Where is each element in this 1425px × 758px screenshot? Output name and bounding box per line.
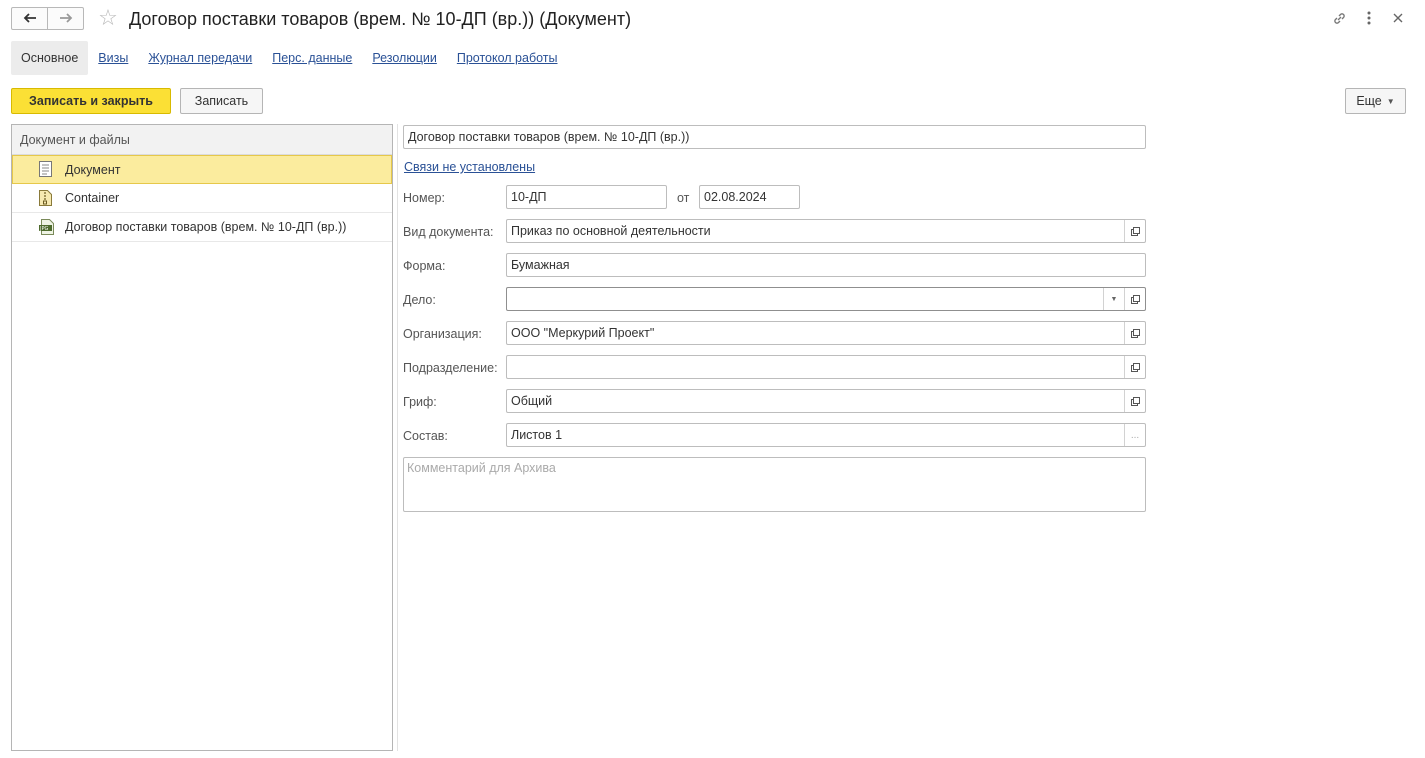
- organization-field[interactable]: ООО "Меркурий Проект": [506, 321, 1146, 345]
- document-name-field[interactable]: Договор поставки товаров (врем. № 10-ДП …: [403, 125, 1146, 149]
- date-field[interactable]: 02.08.2024: [699, 185, 800, 209]
- tab-work-log[interactable]: Протокол работы: [447, 41, 568, 75]
- open-icon[interactable]: [1124, 322, 1145, 344]
- tree-item-label: Container: [65, 191, 120, 205]
- panel-splitter[interactable]: [397, 124, 398, 751]
- case-field[interactable]: ▼: [506, 287, 1146, 311]
- tab-bar: Основное Визы Журнал передачи Перс. данн…: [11, 41, 568, 75]
- forward-button[interactable]: [47, 7, 84, 30]
- doc-type-label: Вид документа:: [403, 225, 494, 239]
- link-icon[interactable]: [1330, 8, 1348, 28]
- page-title: Договор поставки товаров (врем. № 10-ДП …: [129, 9, 632, 29]
- tree-item-label: Договор поставки товаров (врем. № 10-ДП …: [65, 220, 347, 234]
- department-label: Подразделение:: [403, 361, 498, 375]
- arrow-right-icon: [59, 10, 73, 27]
- document-icon: [39, 161, 53, 177]
- tree-item-document[interactable]: Документ: [12, 155, 392, 184]
- caret-down-icon: ▼: [1386, 96, 1395, 106]
- tree-item-jpg-file[interactable]: JPG Договор поставки товаров (врем. № 10…: [12, 213, 392, 242]
- files-panel-header: Документ и файлы: [12, 125, 392, 155]
- open-icon[interactable]: [1124, 288, 1145, 310]
- tab-main[interactable]: Основное: [11, 41, 89, 75]
- svg-text:JPG: JPG: [39, 226, 48, 232]
- close-icon[interactable]: [1389, 8, 1407, 28]
- tab-personal-data[interactable]: Перс. данные: [262, 41, 362, 75]
- kebab-menu-icon[interactable]: [1360, 8, 1378, 28]
- back-button[interactable]: [11, 7, 48, 30]
- tab-resolutions[interactable]: Резолюции: [362, 41, 447, 75]
- composition-field[interactable]: Листов 1 ...: [506, 423, 1146, 447]
- links-status-link[interactable]: Связи не установлены: [404, 160, 535, 174]
- dropdown-icon[interactable]: ▼: [1103, 288, 1124, 310]
- open-icon[interactable]: [1124, 220, 1145, 242]
- open-icon[interactable]: [1124, 356, 1145, 378]
- organization-label: Организация:: [403, 327, 482, 341]
- tree-item-label: Документ: [65, 162, 121, 177]
- date-separator-label: от: [677, 191, 690, 205]
- stamp-label: Гриф:: [403, 395, 437, 409]
- doc-type-field[interactable]: Приказ по основной деятельности: [506, 219, 1146, 243]
- stamp-field[interactable]: Общий: [506, 389, 1146, 413]
- tab-transfer-log[interactable]: Журнал передачи: [138, 41, 262, 75]
- more-button[interactable]: Еще ▼: [1345, 88, 1406, 114]
- ellipsis-icon[interactable]: ...: [1124, 424, 1145, 446]
- archive-comment-textarea[interactable]: Комментарий для Архива: [403, 457, 1146, 512]
- star-icon[interactable]: ☆: [95, 6, 121, 30]
- number-label: Номер:: [403, 191, 445, 205]
- more-button-label: Еще: [1356, 94, 1382, 108]
- tree-item-container[interactable]: Container: [12, 184, 392, 213]
- department-field[interactable]: [506, 355, 1146, 379]
- case-label: Дело:: [403, 293, 436, 307]
- form-type-label: Форма:: [403, 259, 446, 273]
- form-type-field[interactable]: Бумажная: [506, 253, 1146, 277]
- save-button[interactable]: Записать: [180, 88, 263, 114]
- number-field[interactable]: 10-ДП: [506, 185, 667, 209]
- tab-visas[interactable]: Визы: [88, 41, 138, 75]
- arrow-left-icon: [23, 10, 37, 27]
- save-and-close-button[interactable]: Записать и закрыть: [11, 88, 171, 114]
- archive-file-icon: [39, 190, 53, 206]
- composition-label: Состав:: [403, 429, 448, 443]
- jpg-file-icon: JPG: [39, 219, 55, 235]
- files-panel: Документ и файлы Документ Container JPG …: [11, 124, 393, 751]
- open-icon[interactable]: [1124, 390, 1145, 412]
